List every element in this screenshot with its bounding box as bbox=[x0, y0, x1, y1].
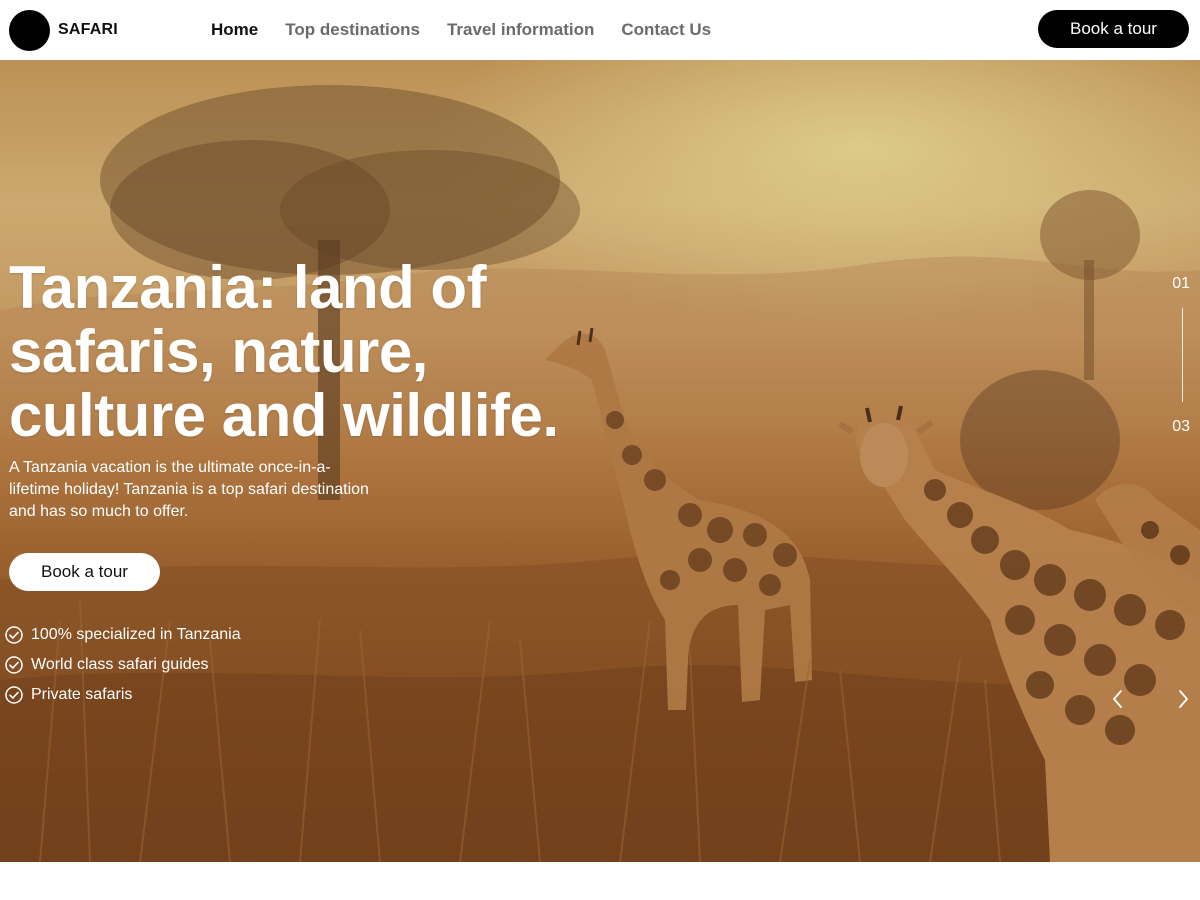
feature-text: Private safaris bbox=[31, 686, 133, 703]
logo-icon[interactable] bbox=[9, 10, 50, 51]
slide-total-number: 03 bbox=[1172, 418, 1190, 435]
feature-list: 100% specialized in Tanzania World class… bbox=[5, 620, 241, 710]
check-circle-icon bbox=[5, 626, 23, 644]
book-tour-hero-button[interactable]: Book a tour bbox=[9, 553, 160, 591]
hero-subtitle: A Tanzania vacation is the ultimate once… bbox=[9, 459, 369, 520]
slide-progress-line bbox=[1182, 308, 1183, 402]
hero-title-line-2: safaris, nature, bbox=[9, 318, 428, 385]
book-tour-header-button[interactable]: Book a tour bbox=[1038, 10, 1189, 48]
nav-top-destinations[interactable]: Top destinations bbox=[285, 20, 420, 40]
nav-contact-us[interactable]: Contact Us bbox=[621, 20, 711, 40]
check-circle-icon bbox=[5, 686, 23, 704]
feature-text: World class safari guides bbox=[31, 656, 209, 673]
feature-item: 100% specialized in Tanzania bbox=[5, 620, 241, 650]
feature-item: Private safaris bbox=[5, 680, 241, 710]
chevron-left-icon[interactable] bbox=[1107, 687, 1129, 711]
logo-text[interactable]: SAFARI bbox=[58, 21, 118, 39]
hero-title-line-3: culture and wildlife. bbox=[9, 382, 559, 449]
site-header: SAFARI Home Top destinations Travel info… bbox=[0, 0, 1200, 60]
slide-current-number: 01 bbox=[1172, 275, 1190, 292]
feature-text: 100% specialized in Tanzania bbox=[31, 626, 241, 643]
chevron-right-icon[interactable] bbox=[1172, 687, 1194, 711]
nav-home[interactable]: Home bbox=[211, 20, 258, 40]
check-circle-icon bbox=[5, 656, 23, 674]
nav-travel-information[interactable]: Travel information bbox=[447, 20, 594, 40]
main-nav: Home Top destinations Travel information… bbox=[211, 20, 711, 40]
hero-title: Tanzania: land of safaris, nature, cultu… bbox=[9, 256, 609, 448]
hero-section: Tanzania: land of safaris, nature, cultu… bbox=[0, 60, 1200, 862]
hero-title-line-1: Tanzania: land of bbox=[9, 254, 487, 321]
feature-item: World class safari guides bbox=[5, 650, 241, 680]
